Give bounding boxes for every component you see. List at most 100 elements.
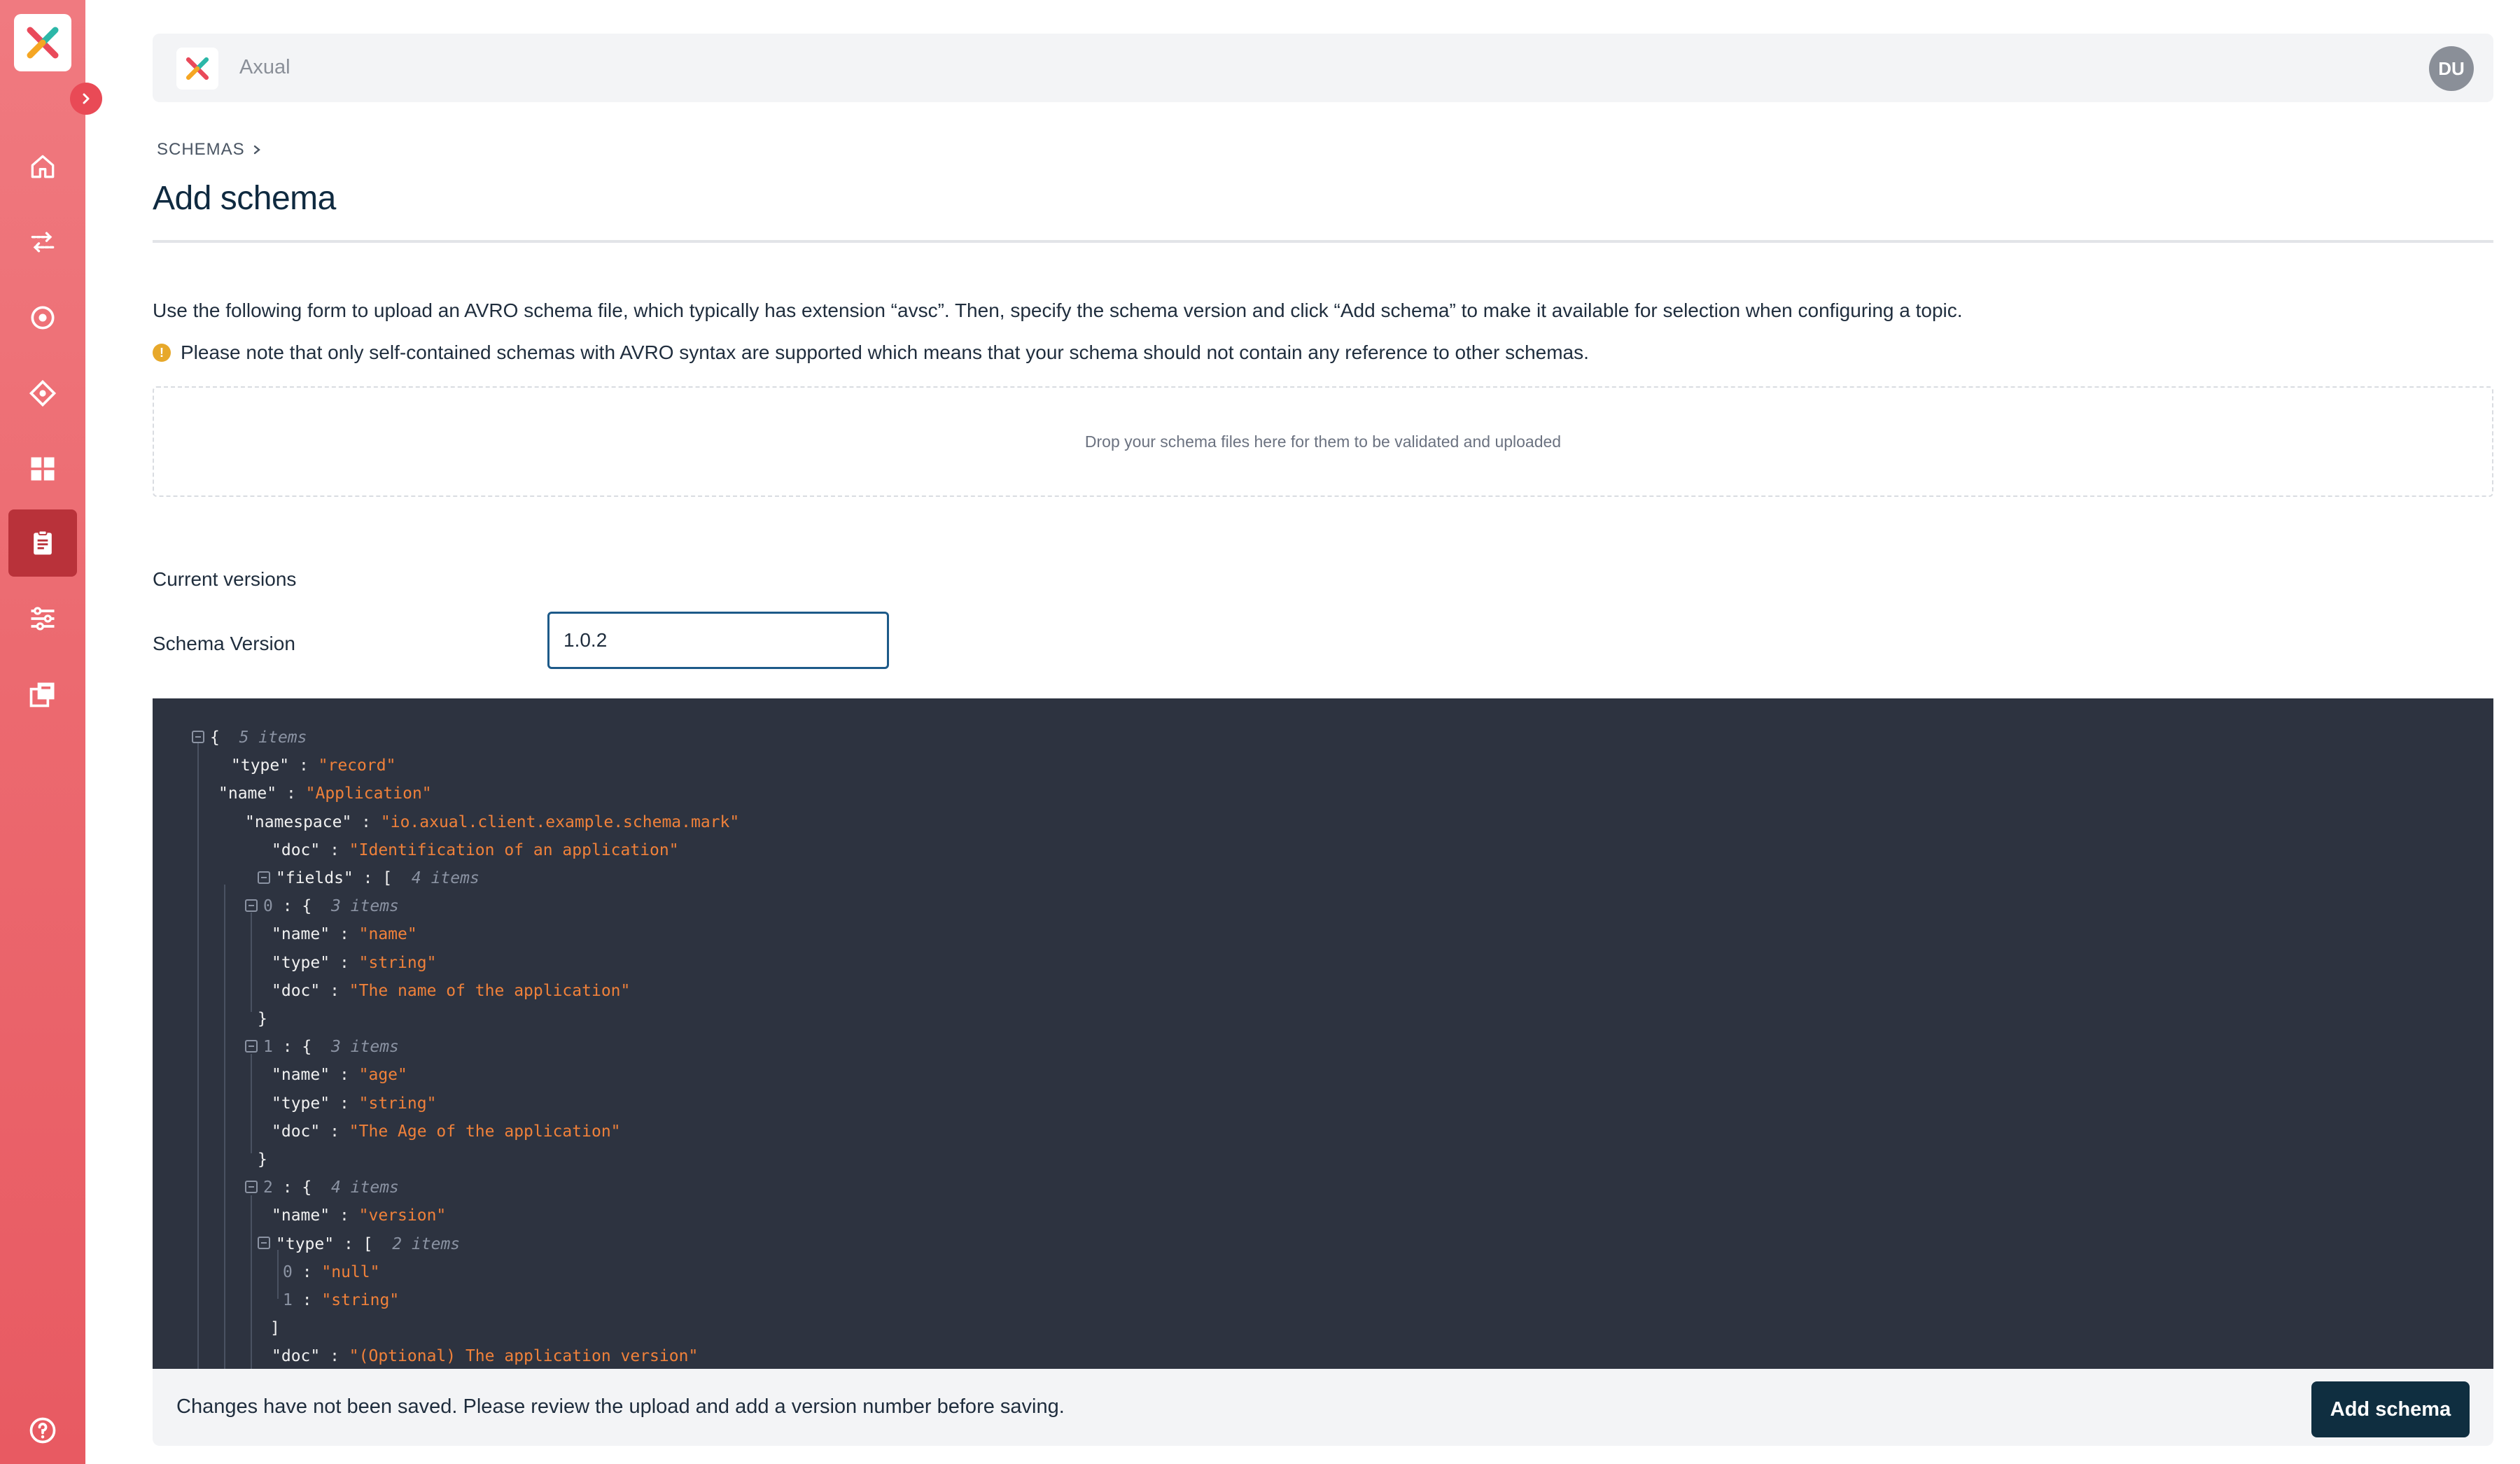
json-line: "name" : "age" [272,1066,407,1085]
diamond-connector-icon [29,379,57,407]
app-logo[interactable] [176,48,218,90]
json-line: "type" : "string" [272,953,437,972]
json-value: "The name of the application" [349,981,631,1000]
top-bar: Axual DU [153,34,2493,102]
json-value: "string" [358,953,437,972]
add-schema-button[interactable]: Add schema [2311,1381,2470,1437]
nav-connectors[interactable] [8,360,77,427]
json-bracket: { [302,1178,312,1197]
schema-version-input[interactable] [547,612,889,669]
warning-note-text: Please note that only self-contained sch… [181,342,1589,363]
json-key: "type" [231,756,290,775]
json-line: ] [270,1314,280,1342]
tree-guide [197,743,199,1369]
json-line[interactable]: 2 : { 4 items [245,1174,399,1202]
json-bracket: { [210,729,220,747]
chevron-right-icon [83,93,90,104]
json-key: "fields" [276,869,354,887]
json-line: "name" : "version" [272,1206,447,1225]
json-value: "Application" [305,784,432,803]
tree-guide [224,885,225,1369]
json-key: "name" [218,784,277,803]
collapse-toggle-icon[interactable] [245,899,258,912]
warning-note: ! Please note that only self-contained s… [153,342,1589,364]
json-line: "name" : "Application" [218,784,432,803]
json-line: } [258,1005,267,1033]
collapse-toggle-icon[interactable] [245,1039,258,1053]
tree-guide [251,913,252,1012]
json-line[interactable]: 0 : { 3 items [245,892,399,920]
json-value: "name" [358,925,417,944]
json-key: "type" [272,1094,330,1113]
collapse-toggle-icon[interactable] [258,871,270,884]
json-bracket: [ [363,1234,373,1253]
json-line: 0 : "null" [283,1262,380,1281]
json-line[interactable]: { 5 items [192,724,307,752]
save-bar: Changes have not been saved. Please revi… [153,1369,2493,1446]
circle-target-icon [31,306,55,330]
json-index: 1 [263,1038,273,1057]
nav-dashboard[interactable] [8,435,77,502]
app-name: Axual [239,56,290,78]
axual-logo-icon [186,57,209,80]
json-item-count: 3 items [330,1038,399,1057]
schema-version-label: Schema Version [153,633,295,654]
nav-environments[interactable] [8,284,77,351]
nav-home[interactable] [8,133,77,200]
json-key: "doc" [272,1122,321,1141]
json-item-count: 5 items [239,729,307,747]
json-bracket: } [258,1150,267,1169]
streams-icon [31,232,55,253]
json-value: "Identification of an application" [349,840,679,859]
json-key: "name" [272,1066,330,1085]
nav-streams[interactable] [8,209,77,276]
nav-settings[interactable] [8,585,77,652]
nav-help[interactable] [8,1397,77,1464]
json-key: "type" [272,953,330,972]
axual-logo-icon [27,27,59,59]
json-line[interactable]: "type" : [ 2 items [258,1230,460,1258]
tree-guide [251,1195,252,1369]
json-schema-viewer[interactable]: { 5 items "type" : "record" "name" : "Appl… [153,698,2493,1369]
sidebar [0,0,85,1464]
breadcrumb: SCHEMAS [157,140,262,160]
json-index: 0 [263,897,273,916]
json-value: "string" [358,1094,437,1113]
json-key: "type" [276,1234,335,1253]
collapse-toggle-icon[interactable] [258,1237,270,1250]
json-key: "doc" [272,981,321,1000]
json-line: "doc" : "Identification of an applicatio… [272,840,679,859]
json-key: "name" [272,1206,330,1225]
json-value: "record" [318,756,396,775]
clipboard-schema-icon [34,530,52,555]
json-key: "doc" [272,840,321,859]
intro-text: Use the following form to upload an AVRO… [153,300,1963,321]
nav-schemas[interactable] [8,509,77,577]
sidebar-expand-button[interactable] [70,83,102,115]
json-line[interactable]: 1 : { 3 items [245,1033,399,1061]
json-value: "(Optional) The application version" [349,1347,699,1366]
json-line: "name" : "name" [272,925,417,944]
sliders-settings-icon [31,607,55,631]
dropzone-text: Drop your schema files here for them to … [1084,432,1562,451]
tree-guide [251,1054,252,1153]
axual-logo[interactable] [14,14,71,71]
grid-dashboard-icon [31,457,55,481]
breadcrumb-schemas[interactable]: SCHEMAS [157,140,245,160]
json-bracket: { [302,1038,312,1057]
collapse-toggle-icon[interactable] [192,730,204,743]
json-line: "namespace" : "io.axual.client.example.s… [245,812,740,831]
json-index: 0 [283,1262,293,1281]
user-avatar[interactable]: DU [2429,46,2474,91]
copy-stack-icon [29,682,55,708]
collapse-toggle-icon[interactable] [245,1180,258,1193]
json-index: 2 [263,1178,273,1197]
json-value: "null" [321,1262,380,1281]
nav-instances[interactable] [8,661,77,728]
json-bracket: { [302,897,312,916]
json-value: "io.axual.client.example.schema.mark" [380,812,740,831]
json-line[interactable]: "fields" : [ 4 items [258,864,479,892]
help-circle-icon [29,1417,56,1444]
json-line: "type" : "record" [231,756,396,775]
schema-dropzone[interactable]: Drop your schema files here for them to … [153,386,2493,497]
